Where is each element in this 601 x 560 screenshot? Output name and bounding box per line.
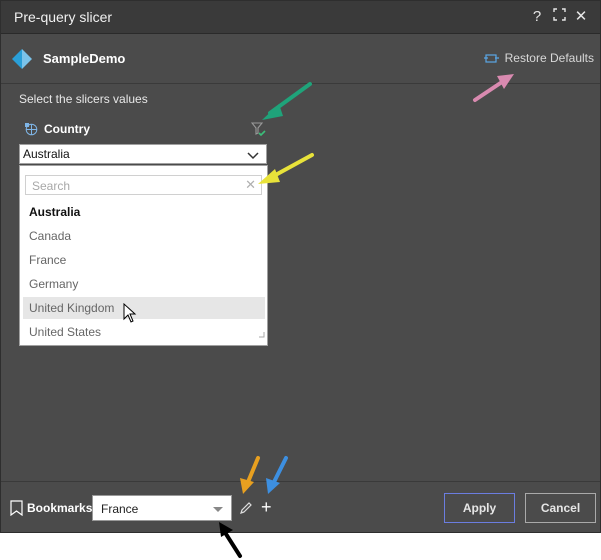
blue-arrow-icon bbox=[266, 456, 288, 494]
orange-arrow-icon bbox=[240, 456, 260, 494]
green-arrow-icon bbox=[262, 82, 312, 120]
pink-arrow-icon bbox=[473, 74, 514, 102]
annotation-arrows bbox=[219, 74, 514, 558]
black-arrow-icon bbox=[219, 522, 242, 558]
yellow-arrow-icon bbox=[258, 153, 314, 184]
